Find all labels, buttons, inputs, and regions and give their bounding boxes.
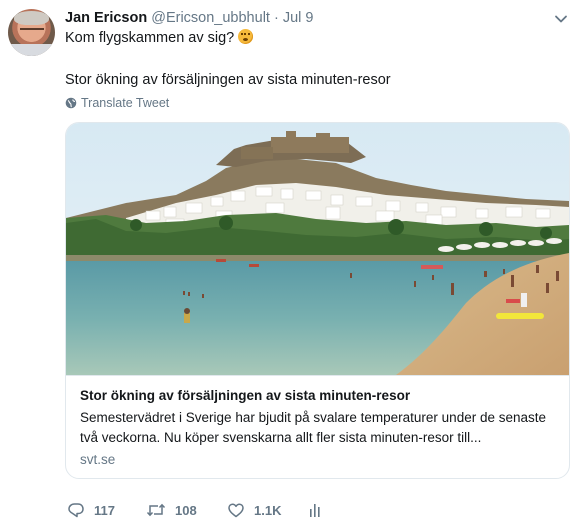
- chevron-down-icon[interactable]: [553, 11, 569, 27]
- card-domain: svt.se: [80, 452, 116, 467]
- card-body: Stor ökning av försäljningen av sista mi…: [66, 375, 569, 478]
- like-count: 1.1K: [254, 502, 282, 518]
- analytics-button[interactable]: [308, 500, 324, 520]
- translate-tweet-link[interactable]: Translate Tweet: [65, 96, 169, 110]
- beach-town-acropolis-photo: [66, 123, 569, 375]
- analytics-icon: [310, 504, 320, 517]
- avatar-shirt: [8, 44, 55, 56]
- reply-icon: [68, 503, 84, 518]
- tweet-text-line2: Stor ökning av försäljningen av sista mi…: [65, 72, 391, 88]
- heart-icon: [228, 503, 244, 518]
- author-name[interactable]: Jan Ericson: [65, 10, 147, 26]
- avatar-glasses: [20, 28, 44, 36]
- thinking-face-emoji: [238, 29, 254, 44]
- tweet-text: Kom flygskammen av sig?: [65, 30, 235, 46]
- translate-label: Translate Tweet: [81, 96, 170, 110]
- reply-count: 117: [94, 502, 115, 518]
- separator-dot: ·: [273, 10, 279, 26]
- author-handle[interactable]: @Ericson_ubbhult: [151, 10, 270, 26]
- reply-button[interactable]: 117: [67, 500, 115, 520]
- tweet-text-line1: Kom flygskammen av sig?: [65, 28, 254, 48]
- retweet-icon: [146, 503, 166, 517]
- tweet-date[interactable]: Jul 9: [283, 10, 314, 26]
- avatar-hair: [14, 11, 49, 25]
- tweet[interactable]: Jan Ericson @Ericson_ubbhult · Jul 9 Kom…: [0, 0, 582, 526]
- card-title: Stor ökning av försäljningen av sista mi…: [80, 388, 411, 403]
- card-description: Semestervädret i Sverige har bjudit på s…: [80, 410, 547, 445]
- globe-icon: [65, 97, 77, 109]
- link-card[interactable]: Stor ökning av försäljningen av sista mi…: [65, 122, 570, 479]
- avatar[interactable]: [8, 9, 55, 56]
- retweet-button[interactable]: 108: [146, 500, 197, 520]
- tweet-header: Jan Ericson @Ericson_ubbhult · Jul 9: [65, 9, 314, 27]
- like-button[interactable]: 1.1K: [227, 500, 281, 520]
- retweet-count: 108: [175, 502, 197, 518]
